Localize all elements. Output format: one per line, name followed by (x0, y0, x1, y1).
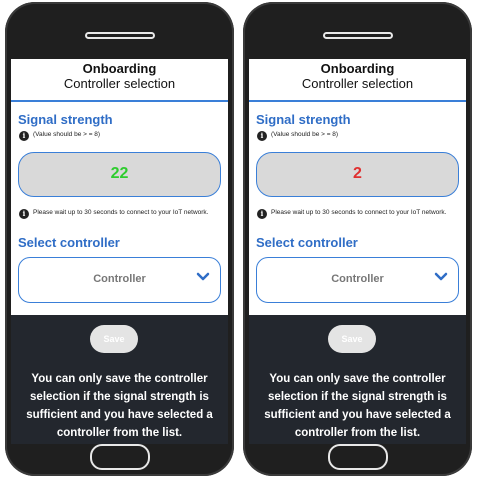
footer-panel: Save You can only save the controller se… (249, 315, 466, 444)
chevron-down-icon[interactable] (196, 272, 210, 282)
controller-select-value: Controller (93, 273, 146, 285)
page-title: Onboarding (320, 61, 395, 76)
save-button[interactable]: Save (328, 325, 376, 353)
signal-hint-text: (Value should be > = 8) (33, 131, 101, 138)
wait-hint: i Please wait up to 30 seconds to connec… (19, 209, 219, 219)
app-screen: Onboarding Controller selection Signal s… (249, 59, 466, 444)
select-controller-title: Select controller (18, 235, 120, 250)
signal-strength-title: Signal strength (256, 112, 351, 127)
signal-strength-value-box: 22 (18, 152, 221, 197)
app-screen: Onboarding Controller selection Signal s… (11, 59, 228, 444)
signal-strength-value-box: 2 (256, 152, 459, 197)
chevron-down-icon[interactable] (434, 272, 448, 282)
select-controller-title: Select controller (256, 235, 358, 250)
home-button[interactable] (327, 444, 388, 470)
signal-hint: i (Value should be > = 8) (257, 131, 338, 141)
phone-frame-left: Onboarding Controller selection Signal s… (5, 2, 234, 476)
wait-hint-text: Please wait up to 30 seconds to connect … (271, 209, 447, 216)
info-icon: i (257, 131, 267, 141)
footer-panel: Save You can only save the controller se… (11, 315, 228, 444)
footer-help-text: You can only save the controller selecti… (264, 373, 451, 439)
save-button[interactable]: Save (90, 325, 138, 353)
controller-select[interactable]: Controller (18, 257, 221, 303)
signal-strength-value: 22 (110, 165, 129, 182)
controller-select-value: Controller (331, 273, 384, 285)
signal-hint-text: (Value should be > = 8) (271, 131, 339, 138)
page-title: Onboarding (82, 61, 157, 76)
info-icon: i (257, 209, 267, 219)
speaker-grille (84, 32, 155, 39)
wait-hint: i Please wait up to 30 seconds to connec… (257, 209, 457, 219)
app-header: Onboarding Controller selection (249, 59, 466, 102)
controller-select[interactable]: Controller (256, 257, 459, 303)
home-button[interactable] (89, 444, 150, 470)
phone-frame-right: Onboarding Controller selection Signal s… (243, 2, 472, 476)
page-subtitle: Controller selection (301, 76, 414, 91)
speaker-grille (322, 32, 393, 39)
signal-strength-title: Signal strength (18, 112, 113, 127)
app-header: Onboarding Controller selection (11, 59, 228, 102)
page-subtitle: Controller selection (63, 76, 176, 91)
wait-hint-text: Please wait up to 30 seconds to connect … (33, 209, 209, 216)
info-icon: i (19, 209, 29, 219)
info-icon: i (19, 131, 29, 141)
signal-strength-value: 2 (353, 165, 362, 182)
signal-hint: i (Value should be > = 8) (19, 131, 100, 141)
footer-help-text: You can only save the controller selecti… (26, 373, 213, 439)
